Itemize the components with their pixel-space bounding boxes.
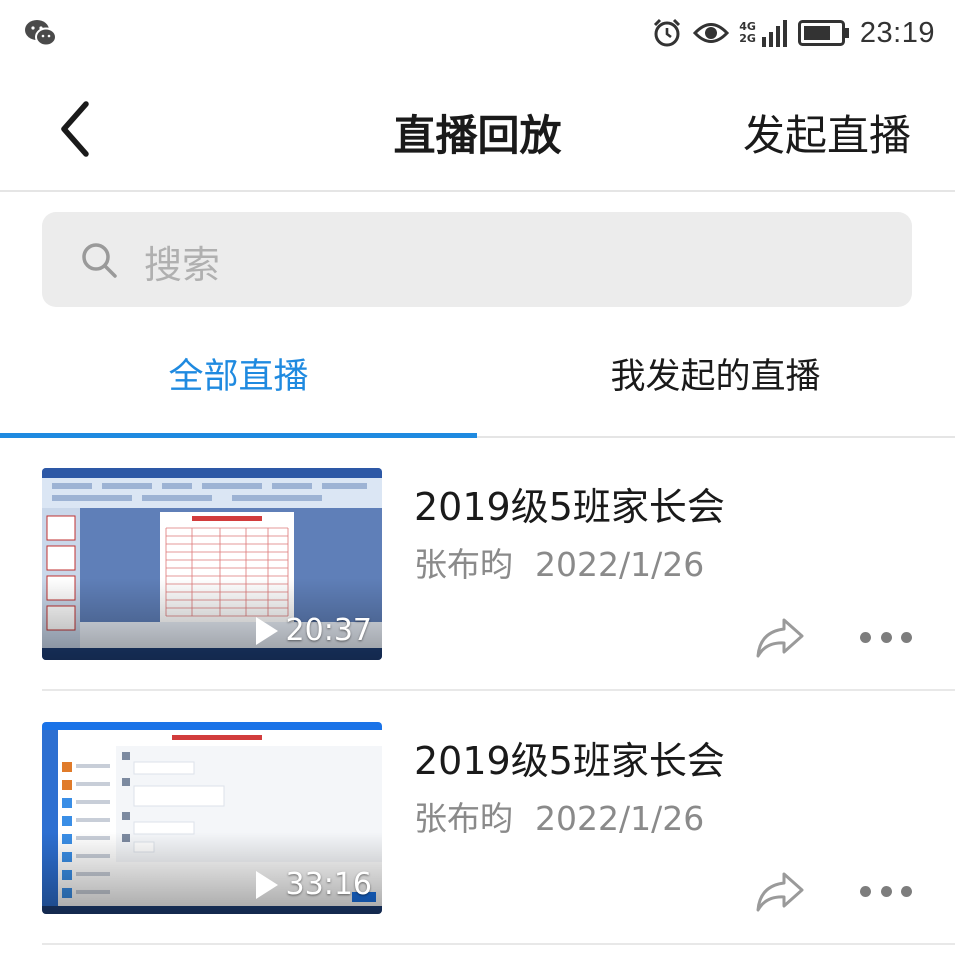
video-thumbnail[interactable]: 20:37 [42, 468, 382, 660]
search-placeholder: 搜索 [144, 243, 221, 287]
alarm-icon [654, 18, 681, 47]
search-icon [82, 243, 117, 278]
item-date: 2022/1/26 [535, 545, 705, 584]
share-icon[interactable] [754, 616, 806, 660]
duration-text: 33:16 [285, 867, 372, 902]
status-bar: 4G 2G 23:19 [0, 0, 955, 66]
tab-all-live[interactable]: 全部直播 [0, 348, 477, 399]
more-icon[interactable] [860, 886, 912, 898]
signal-icon [761, 20, 787, 47]
wechat-icon [25, 20, 57, 47]
tab-bar: 全部直播 我发起的直播 [0, 318, 955, 438]
search-input[interactable]: 搜索 [42, 212, 912, 307]
item-author: 张布昀 [414, 799, 513, 838]
video-duration: 33:16 [255, 867, 372, 902]
status-time: 23:19 [859, 16, 935, 49]
item-meta: 张布昀 2022/1/26 [414, 792, 704, 840]
start-live-button[interactable]: 发起直播 [743, 102, 911, 163]
play-icon [255, 870, 278, 899]
network-type: 4G 2G [739, 21, 756, 45]
tab-my-live[interactable]: 我发起的直播 [477, 348, 954, 399]
more-icon[interactable] [860, 632, 912, 644]
video-thumbnail[interactable]: 33:16 [42, 722, 382, 914]
battery-icon [797, 20, 849, 46]
list-item[interactable]: 20:37 2019级5班家长会 张布昀 2022/1/26 [0, 436, 955, 691]
list-item[interactable]: 33:16 2019级5班家长会 张布昀 2022/1/26 [0, 690, 955, 945]
item-meta: 张布昀 2022/1/26 [414, 538, 704, 586]
divider [42, 943, 955, 945]
share-icon[interactable] [754, 870, 806, 914]
item-title: 2019级5班家长会 [414, 739, 725, 783]
item-date: 2022/1/26 [535, 799, 705, 838]
video-duration: 20:37 [255, 613, 372, 648]
eye-icon [693, 23, 730, 43]
network-type-bottom: 2G [739, 32, 756, 45]
duration-text: 20:37 [285, 613, 372, 648]
play-icon [255, 616, 278, 645]
nav-bar: 直播回放 发起直播 [0, 66, 955, 192]
item-author: 张布昀 [414, 545, 513, 584]
item-title: 2019级5班家长会 [414, 485, 725, 529]
